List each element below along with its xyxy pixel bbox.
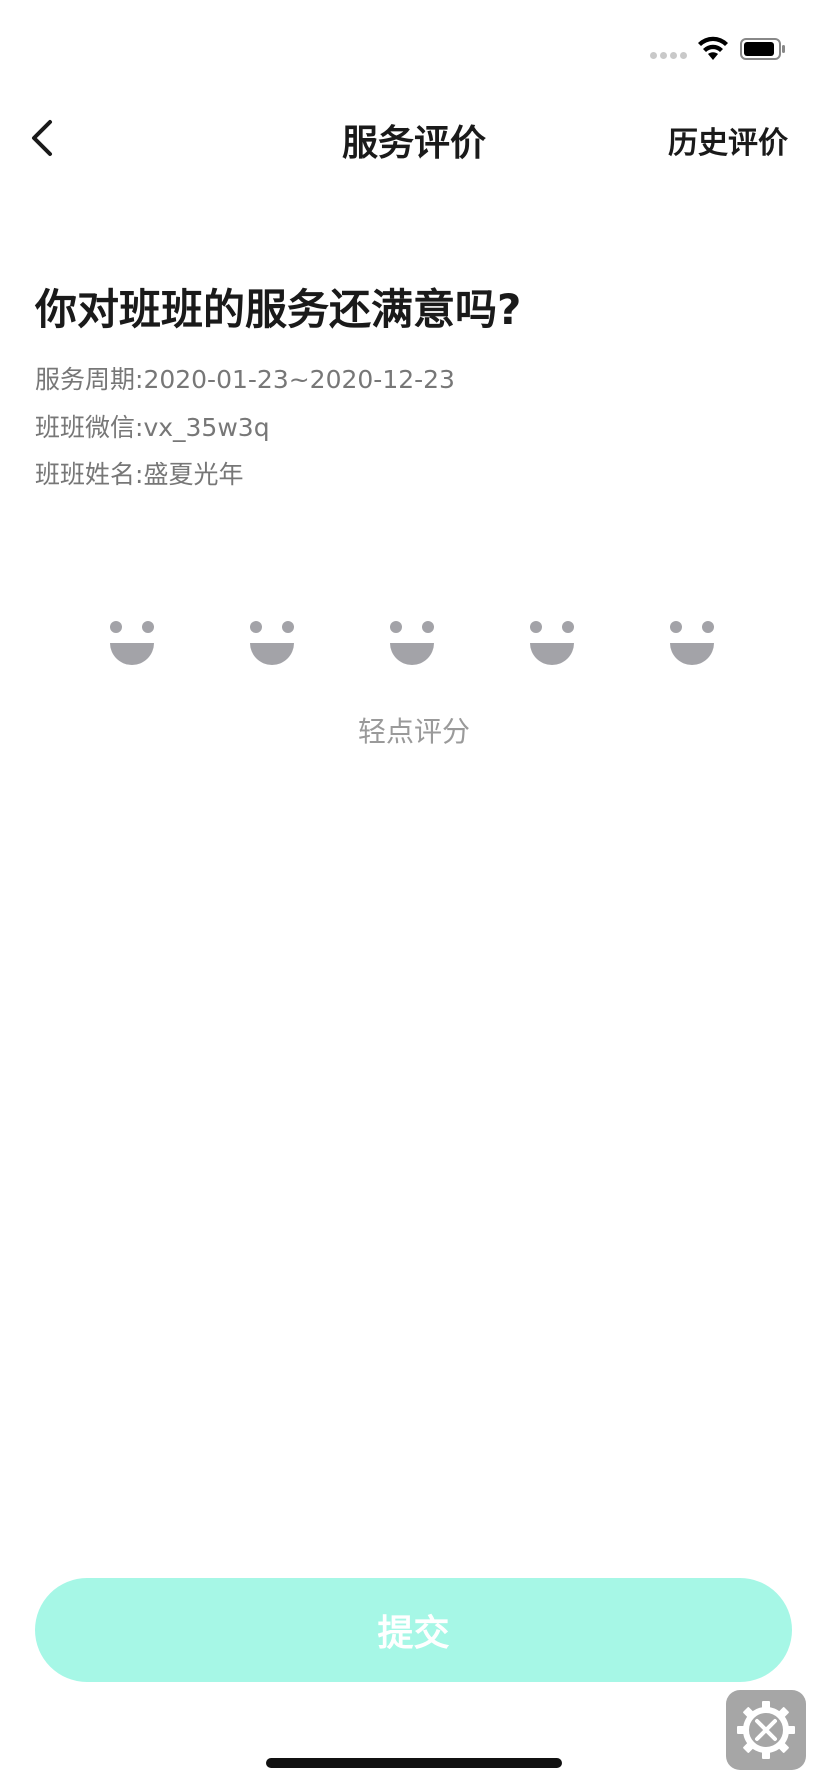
info-label: 服务周期: bbox=[35, 365, 144, 394]
info-wechat: 班班微信:vx_35w3q bbox=[35, 408, 270, 444]
navigation-bar: 服务评价 历史评价 bbox=[0, 100, 828, 180]
smile-face-icon[interactable] bbox=[247, 615, 297, 670]
smile-face-icon[interactable] bbox=[667, 615, 717, 670]
info-service-period: 服务周期:2020-01-23~2020-12-23 bbox=[35, 360, 455, 396]
gear-icon bbox=[737, 1701, 795, 1759]
smile-face-icon[interactable] bbox=[387, 615, 437, 670]
info-value: 2020-01-23~2020-12-23 bbox=[143, 365, 455, 394]
rating-faces bbox=[0, 615, 828, 675]
rating-hint: 轻点评分 bbox=[357, 715, 470, 748]
question-heading: 你对班班的服务还满意吗? bbox=[35, 285, 522, 334]
status-bar bbox=[0, 0, 828, 90]
info-name: 班班姓名:盛夏光年 bbox=[35, 455, 243, 491]
info-value: 盛夏光年 bbox=[143, 460, 244, 489]
battery-icon bbox=[740, 38, 785, 60]
home-indicator bbox=[266, 1758, 562, 1768]
smile-face-icon[interactable] bbox=[527, 615, 577, 670]
submit-button[interactable]: 提交 bbox=[35, 1578, 792, 1682]
info-value: vx_35w3q bbox=[143, 413, 270, 442]
info-label: 班班微信: bbox=[35, 413, 144, 442]
signal-icon bbox=[650, 52, 692, 60]
info-label: 班班姓名: bbox=[35, 460, 144, 489]
smile-face-icon[interactable] bbox=[107, 615, 157, 670]
history-review-button[interactable]: 历史评价 bbox=[668, 118, 788, 162]
tools-button[interactable] bbox=[726, 1690, 806, 1770]
wifi-icon bbox=[698, 36, 728, 60]
